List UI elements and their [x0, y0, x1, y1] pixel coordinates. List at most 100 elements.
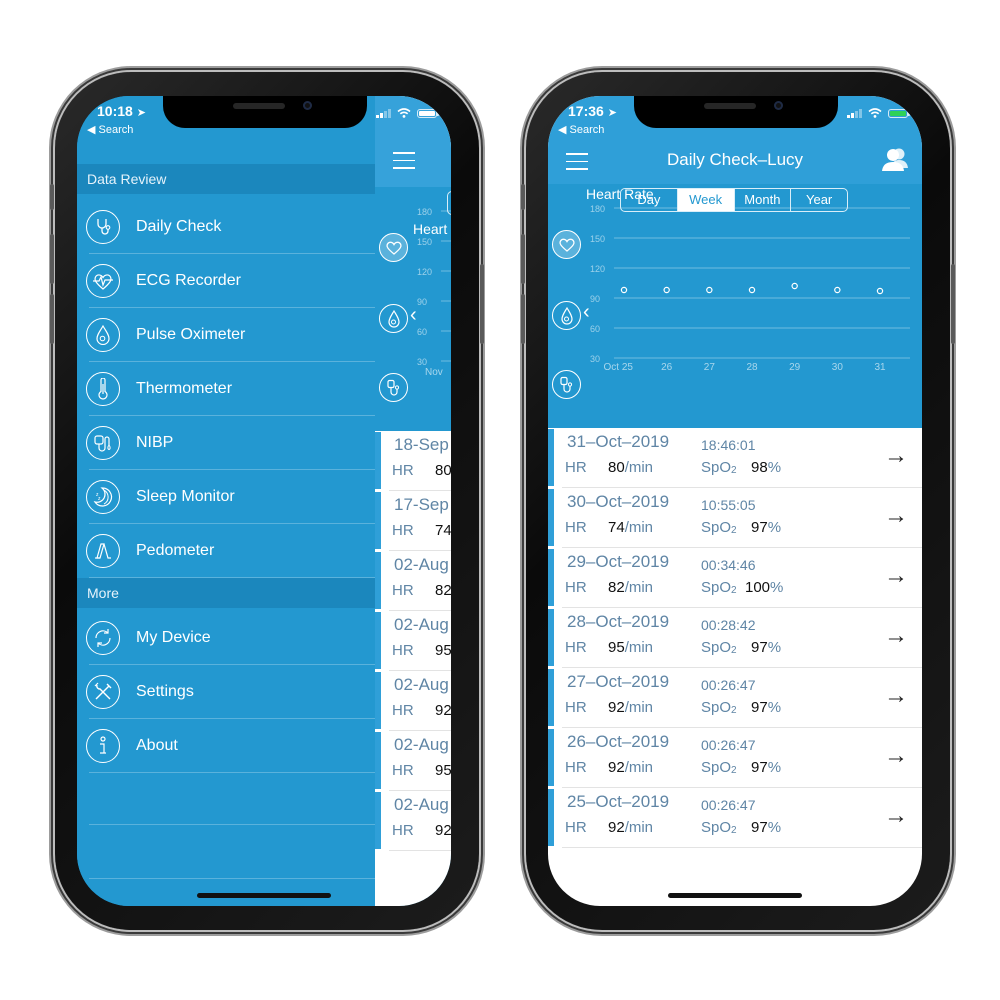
open-record-arrow-icon[interactable]: →	[884, 502, 908, 530]
wrench-screwdriver-icon	[86, 675, 120, 709]
mute-switch	[50, 184, 54, 210]
back-to-search-link[interactable]: ◀ Search	[87, 123, 133, 136]
peek-record-row[interactable]: 18-Sep HR 80	[375, 431, 451, 491]
open-record-arrow-icon[interactable]: →	[884, 802, 908, 830]
x-tick-label: 28	[746, 362, 758, 373]
data-point[interactable]	[663, 286, 670, 294]
record-row[interactable]: 30–Oct–2019 10:55:05 HR 74/min SpO2 97% →	[548, 488, 922, 548]
home-indicator[interactable]	[197, 893, 331, 898]
x-tick-label: 31	[874, 362, 886, 373]
collapse-chevron-icon[interactable]: ‹	[583, 301, 590, 324]
volume-down-button	[50, 294, 54, 344]
menu-item-pulse-oximeter[interactable]: Pulse Oximeter	[77, 308, 375, 362]
hr-value: 92	[608, 819, 625, 836]
hr-value: 80	[435, 462, 451, 479]
back-to-search-link[interactable]: ◀ Search	[558, 123, 604, 136]
row-accent-bar	[548, 609, 554, 666]
peek-record-row[interactable]: 02-Aug HR 95	[375, 731, 451, 791]
open-record-arrow-icon[interactable]: →	[884, 742, 908, 770]
peek-record-row[interactable]: 02-Aug HR 95	[375, 611, 451, 671]
tab-week[interactable]: Week	[677, 189, 735, 211]
drawer-divider	[89, 878, 375, 879]
data-point[interactable]	[706, 286, 713, 294]
menu-item-thermometer[interactable]: Thermometer	[77, 362, 375, 416]
hr-label: HR	[565, 819, 587, 836]
hr-unit: /min	[624, 819, 654, 836]
y-tick-label: 60	[590, 324, 600, 334]
open-record-arrow-icon[interactable]: →	[884, 442, 908, 470]
menu-item-daily-check[interactable]: Daily Check	[77, 200, 375, 254]
data-point[interactable]	[791, 282, 798, 290]
hr-value: 95	[435, 762, 451, 779]
record-row[interactable]: 25–Oct–2019 00:26:47 HR 92/min SpO2 97% →	[548, 788, 922, 848]
drawer-divider	[89, 824, 375, 825]
spo2-label-text: SpO	[701, 639, 732, 656]
peek-record-row[interactable]: 02-Aug HR 92	[375, 671, 451, 731]
users-icon[interactable]	[880, 146, 910, 172]
y-tick-label: 150	[417, 237, 432, 247]
peek-record-row[interactable]: 02-Aug HR 92	[375, 791, 451, 851]
open-record-arrow-icon[interactable]: →	[884, 682, 908, 710]
record-row[interactable]: 31–Oct–2019 18:46:01 HR 80/min SpO2 98% →	[548, 428, 922, 488]
hr-value: 92	[435, 822, 451, 839]
menu-item-label: About	[136, 737, 178, 754]
record-row[interactable]: 28–Oct–2019 00:28:42 HR 95/min SpO2 97% →	[548, 608, 922, 668]
record-date: 30–Oct–2019	[567, 492, 670, 511]
record-date: 29–Oct–2019	[567, 552, 670, 571]
volume-up-button	[521, 234, 525, 284]
tab-month[interactable]: Month	[735, 189, 792, 211]
record-row[interactable]: 26–Oct–2019 00:26:47 HR 92/min SpO2 97% →	[548, 728, 922, 788]
tab-year[interactable]: Year	[791, 189, 847, 211]
stethoscope-icon	[86, 210, 120, 244]
hamburger-icon[interactable]	[393, 152, 415, 169]
blood-pressure-icon[interactable]	[552, 370, 581, 399]
menu-item-sleep-monitor[interactable]: z z Sleep Monitor	[77, 470, 375, 524]
x-tick-label: 27	[704, 362, 716, 373]
open-record-arrow-icon[interactable]: →	[884, 562, 908, 590]
section-header-more: More	[77, 578, 375, 608]
record-row[interactable]: 29–Oct–2019 00:34:46 HR 82/min SpO2 100% →	[548, 548, 922, 608]
spo2-reading: 98%	[751, 459, 781, 476]
record-date: 02-Aug	[394, 615, 449, 634]
peek-record-row[interactable]: 02-Aug HR 82	[375, 551, 451, 611]
row-accent-bar	[375, 432, 381, 489]
oxygen-drop-icon[interactable]	[552, 301, 581, 330]
menu-item-my-device[interactable]: My Device	[77, 611, 375, 665]
record-row[interactable]: 27–Oct–2019 00:26:47 HR 92/min SpO2 97% →	[548, 668, 922, 728]
menu-item-settings[interactable]: Settings	[77, 665, 375, 719]
spo2-reading: 100%	[745, 579, 783, 596]
data-point[interactable]	[876, 287, 884, 295]
main-page-peek[interactable]: Heart ‹ 180 150 120 90 60 30 Nov 18-Sep HR 80 17-…	[375, 96, 451, 906]
record-time: 00:26:47	[701, 737, 756, 753]
thermometer-icon	[86, 372, 120, 406]
data-point[interactable]	[834, 286, 841, 294]
data-point[interactable]	[620, 286, 628, 294]
row-accent-bar	[548, 489, 554, 546]
hr-reading: 92/min	[608, 819, 653, 836]
spo2-unit: %	[767, 519, 782, 536]
y-tick-label: 90	[417, 297, 427, 307]
menu-item-label: NIBP	[136, 434, 174, 451]
peek-record-row[interactable]: 17-Sep HR 74	[375, 491, 451, 551]
home-indicator[interactable]	[668, 893, 802, 898]
status-time: 10:18 ➤	[97, 103, 146, 119]
x-tick-label: 26	[661, 362, 673, 373]
menu-item-pedometer[interactable]: Pedometer	[77, 524, 375, 578]
open-record-arrow-icon[interactable]: →	[884, 622, 908, 650]
period-segmented-control: Day Week Month Year	[620, 188, 848, 212]
spo2-label-text: SpO	[701, 699, 732, 716]
navigation-drawer: Data Review Daily Check ECG Recorder Pulse…	[77, 96, 375, 906]
record-date: 18-Sep	[394, 435, 449, 454]
heart-icon[interactable]	[552, 230, 581, 259]
y-tick-label: 90	[590, 294, 600, 304]
tab-day[interactable]: Day	[621, 189, 678, 211]
y-tick-label: 120	[590, 264, 605, 274]
status-icons	[847, 108, 910, 118]
record-date: 26–Oct–2019	[567, 732, 670, 751]
hr-unit: /min	[624, 699, 654, 716]
data-point[interactable]	[748, 286, 756, 294]
menu-item-ecg-recorder[interactable]: ECG Recorder	[77, 254, 375, 308]
record-date: 31–Oct–2019	[567, 432, 670, 451]
menu-item-nibp[interactable]: NIBP	[77, 416, 375, 470]
menu-item-about[interactable]: About	[77, 719, 375, 773]
